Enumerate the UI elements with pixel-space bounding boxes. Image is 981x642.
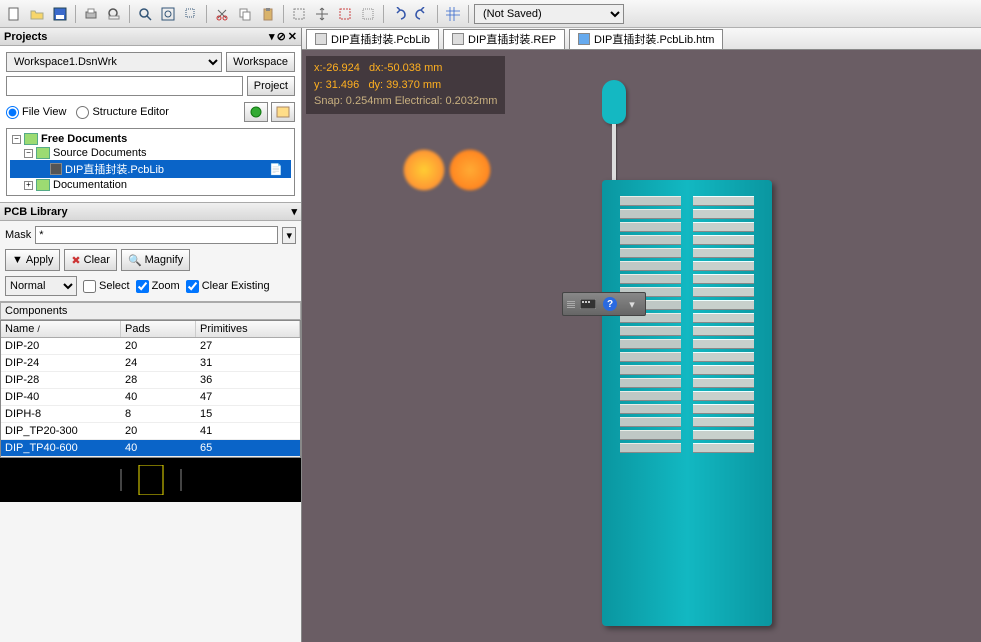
workspace-button[interactable]: Workspace [226,52,295,72]
clear-existing-checkbox[interactable]: Clear Existing [186,280,270,293]
table-row-selected[interactable]: DIP_TP40-6004065 [1,440,300,457]
html-icon [578,33,590,45]
cut-icon[interactable] [212,4,232,24]
left-panels: Projects ▾ ⊘ ✕ Workspace1.DsnWrk Workspa… [0,28,302,642]
tree-source-docs[interactable]: −Source Documents [10,146,291,160]
mode-select[interactable]: Normal [5,276,77,296]
funnel-icon: ▼ [12,254,23,266]
print-icon[interactable] [81,4,101,24]
apply-button[interactable]: ▼Apply [5,249,60,271]
structure-editor-radio[interactable]: Structure Editor [76,106,168,119]
open-icon[interactable] [27,4,47,24]
dropdown-icon[interactable]: ▾ [623,295,641,313]
pcb-icon [315,33,327,45]
tab-rep[interactable]: DIP直插封装.REP [443,29,565,49]
select-checkbox[interactable]: Select [83,280,130,293]
document-tabs: DIP直插封装.PcbLib DIP直插封装.REP DIP直插封装.PcbLi… [302,28,981,50]
tree-file-selected[interactable]: DIP直插封装.PcbLib📄 [10,160,291,178]
redo-icon[interactable] [412,4,432,24]
pcblib-body: Mask ▾ ▼Apply ✖Clear 🔍Magnify Normal Sel… [0,221,301,302]
help-icon[interactable]: ? [601,295,619,313]
table-row[interactable]: DIP-282836 [1,372,300,389]
deselect-icon[interactable] [335,4,355,24]
cursor-blob [402,140,492,200]
tree-documentation[interactable]: +Documentation [10,178,291,192]
projects-body: Workspace1.DsnWrk Workspace Project File… [0,46,301,203]
pcblib-menu-icon[interactable]: ▾ [291,205,297,218]
project-input[interactable] [6,76,243,96]
panel-pin-icon[interactable]: ⊘ [277,30,286,43]
file-view-radio[interactable]: File View [6,106,66,119]
pcblib-header: PCB Library ▾ [0,203,301,221]
magnify-button[interactable]: 🔍Magnify [121,249,190,271]
magnify-icon: 🔍 [128,254,142,267]
grip-icon[interactable] [567,301,575,308]
zif-lever [602,80,626,182]
table-row[interactable]: DIP-242431 [1,355,300,372]
paste-icon[interactable] [258,4,278,24]
select-rect-icon[interactable] [289,4,309,24]
project-tree[interactable]: −Free Documents −Source Documents DIP直插封… [6,128,295,196]
mask-label: Mask [5,229,31,241]
move-icon[interactable] [312,4,332,24]
mask-dropdown-icon[interactable]: ▾ [282,227,296,244]
table-row[interactable]: DIP-202027 [1,338,300,355]
zoom-fit-icon[interactable] [158,4,178,24]
component-preview [0,458,301,502]
clear-sel-icon[interactable] [358,4,378,24]
table-row[interactable]: DIP-404047 [1,389,300,406]
coordinate-readout: x:-26.924 dx:-50.038 mm y: 31.496 dy: 39… [306,56,505,114]
keyboard-icon[interactable] [579,295,597,313]
editor-area: DIP直插封装.PcbLib DIP直插封装.REP DIP直插封装.PcbLi… [302,28,981,642]
pcblib-title: PCB Library [4,206,68,218]
save-icon[interactable] [50,4,70,24]
panel-menu-icon[interactable]: ▾ [269,30,275,43]
tree-root[interactable]: −Free Documents [10,132,291,146]
3d-canvas[interactable]: x:-26.924 dx:-50.038 mm y: 31.496 dy: 39… [302,50,981,642]
zif-socket-3d [602,180,772,626]
project-button[interactable]: Project [247,76,295,96]
main-toolbar: (Not Saved) [0,0,981,28]
copy-icon[interactable] [235,4,255,24]
col-name[interactable]: Name / [1,321,121,337]
components-grid[interactable]: Name / Pads Primitives DIP-202027 DIP-24… [0,320,301,458]
grid-icon[interactable] [443,4,463,24]
preview-icon[interactable] [104,4,124,24]
table-row[interactable]: DIP_TP20-3002041 [1,423,300,440]
projects-title: Projects [4,31,47,43]
floating-toolbar[interactable]: ? ▾ [562,292,646,316]
projects-header: Projects ▾ ⊘ ✕ [0,28,301,46]
table-row[interactable]: DIPH-8815 [1,406,300,423]
tab-htm[interactable]: DIP直插封装.PcbLib.htm [569,29,723,49]
tab-pcblib[interactable]: DIP直插封装.PcbLib [306,29,439,49]
report-icon [452,33,464,45]
mask-input[interactable] [35,226,278,244]
refresh-icon[interactable] [271,102,295,122]
components-header: Components [0,302,301,320]
zoom-area-icon[interactable] [135,4,155,24]
zoom-checkbox[interactable]: Zoom [136,280,180,293]
clear-icon: ✖ [71,254,80,267]
new-icon[interactable] [4,4,24,24]
col-pads[interactable]: Pads [121,321,196,337]
zoom-sel-icon[interactable] [181,4,201,24]
grid-header: Name / Pads Primitives [1,321,300,338]
workspace-select[interactable]: Workspace1.DsnWrk [6,52,222,72]
panel-close-icon[interactable]: ✕ [288,30,297,43]
channel-select[interactable]: (Not Saved) [474,4,624,24]
undo-icon[interactable] [389,4,409,24]
clear-button[interactable]: ✖Clear [64,249,117,271]
col-prim[interactable]: Primitives [196,321,300,337]
compile-icon[interactable] [244,102,268,122]
